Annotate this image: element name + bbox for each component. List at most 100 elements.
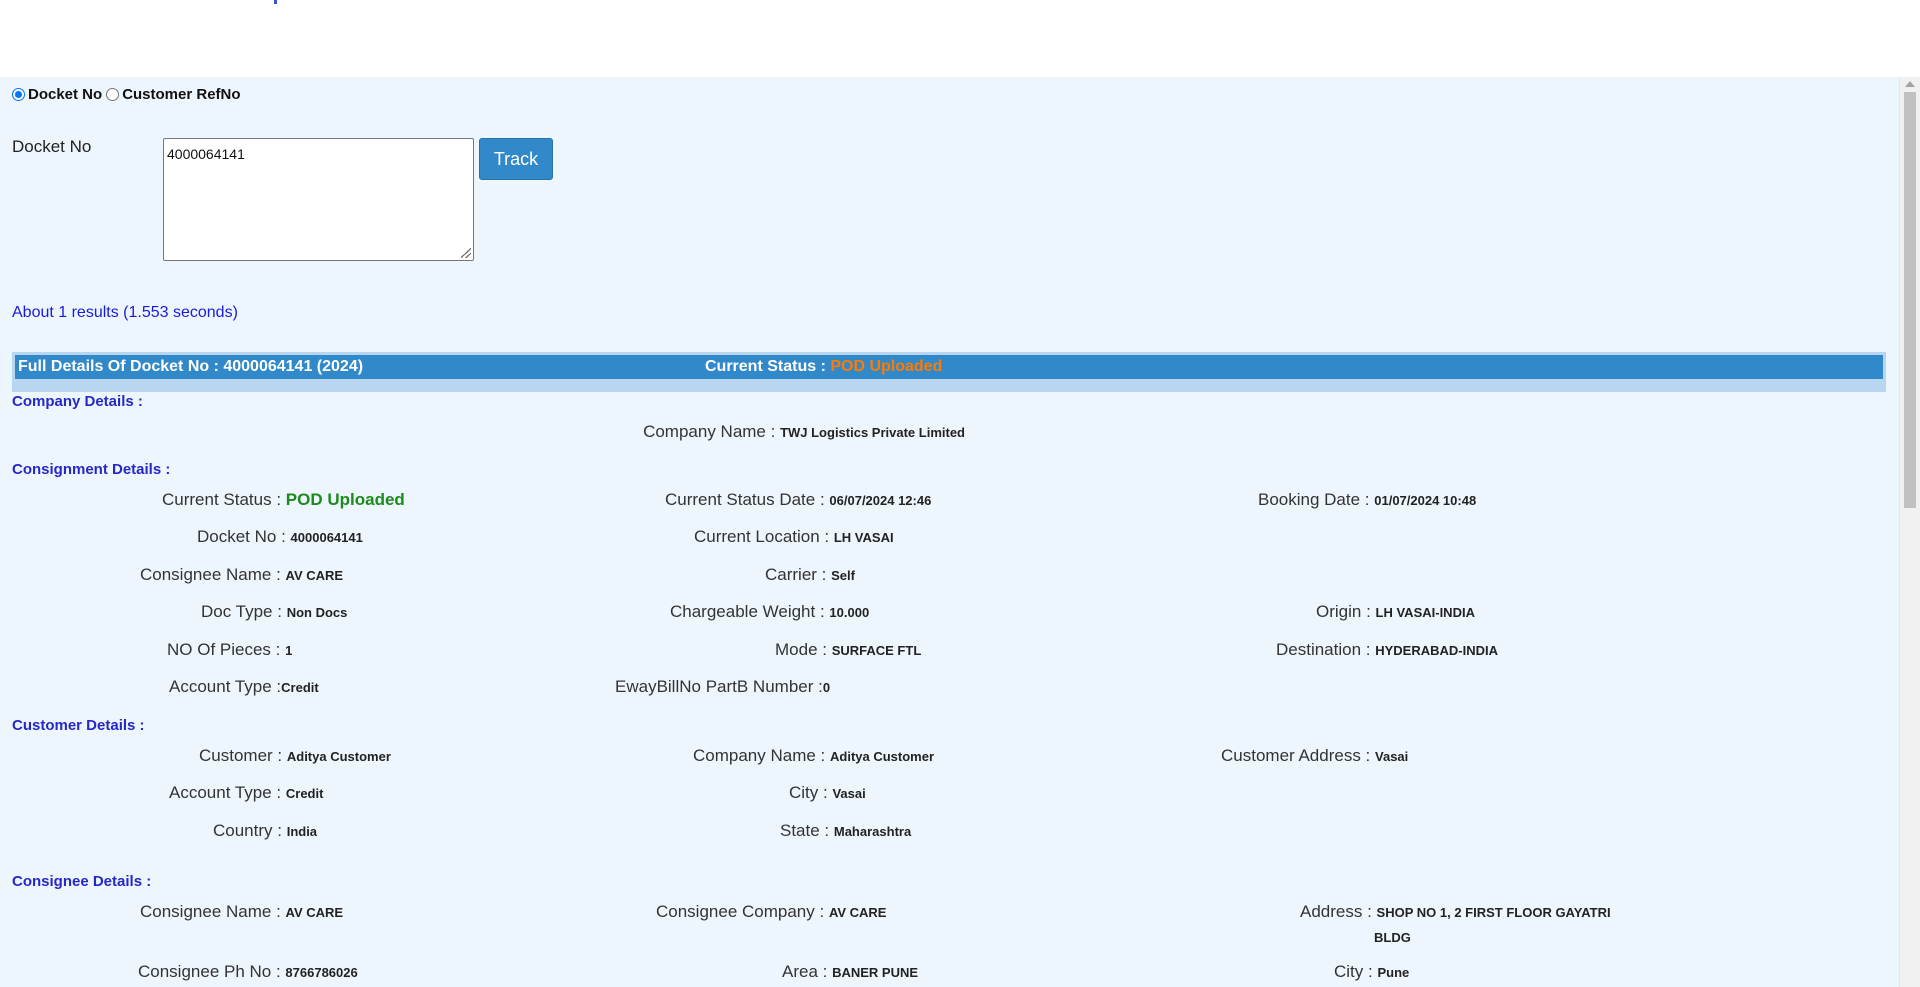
consignee-area-value: BANER PUNE (832, 965, 919, 980)
customer-address-field: Customer Address : Vasai (1221, 746, 1408, 766)
pieces-value: 1 (285, 643, 293, 658)
consignee-company-value: AV CARE (828, 905, 887, 920)
chargeable-weight-field: Chargeable Weight : 10.000 (670, 602, 869, 622)
company-name-value: TWJ Logistics Private Limited (780, 425, 965, 440)
consignee-details-name-field: Consignee Name : AV CARE (140, 902, 343, 922)
doc-type-field: Doc Type : Non Docs (201, 602, 347, 622)
destination-label: Destination : (1276, 640, 1376, 659)
booking-date-value: 01/07/2024 10:48 (1374, 493, 1477, 508)
consignee-area-field: Area : BANER PUNE (782, 962, 918, 982)
pieces-label: NO Of Pieces : (167, 640, 286, 659)
radio-docket-no-label[interactable]: Docket No (28, 86, 102, 103)
customer-address-value: Vasai (1375, 749, 1409, 764)
tracking-content: Docket No Customer RefNo Docket No 40000… (0, 77, 1899, 987)
customer-address-label: Customer Address : (1221, 746, 1376, 765)
consignee-address-line2-field: BLDG (1374, 927, 1411, 947)
consignee-address-label: Address : (1300, 902, 1377, 921)
results-summary: About 1 results (1.553 seconds) (12, 304, 238, 321)
full-details-title: Full Details Of Docket No : 4000064141 (… (18, 358, 364, 375)
current-status-date-field: Current Status Date : 06/07/2024 12:46 (665, 490, 931, 510)
current-status-field: Current Status : POD Uploaded (162, 490, 405, 510)
doc-type-label: Doc Type : (201, 602, 287, 621)
carrier-label: Carrier : (765, 565, 832, 584)
current-location-label: Current Location : (694, 527, 834, 546)
customer-state-value: Maharashtra (833, 824, 912, 839)
consignee-area-label: Area : (782, 962, 833, 981)
top-banner (0, 0, 1920, 77)
customer-company-label: Company Name : (693, 746, 830, 765)
customer-state-label: State : (780, 821, 834, 840)
customer-state-field: State : Maharashtra (780, 821, 911, 841)
header-status-label: Current Status : (705, 358, 831, 375)
docket-no-field-label: Docket No : (197, 527, 291, 546)
consignee-city-field: City : Pune (1334, 962, 1409, 982)
docket-no-input[interactable]: 4000064141 (163, 138, 474, 261)
chargeable-weight-label: Chargeable Weight : (670, 602, 830, 621)
account-type-field: Account Type :Credit (169, 677, 319, 697)
docket-header-bar: Full Details Of Docket No : 4000064141 (… (12, 352, 1886, 392)
consignee-address-field: Address : SHOP NO 1, 2 FIRST FLOOR GAYAT… (1300, 902, 1611, 922)
company-name-label: Company Name : (643, 422, 781, 441)
track-button[interactable]: Track (479, 138, 553, 180)
radio-docket-no[interactable] (12, 88, 25, 101)
consignee-details-title: Consignee Details : (12, 873, 152, 890)
origin-value: LH VASAI-INDIA (1375, 605, 1475, 620)
current-status-date-value: 06/07/2024 12:46 (829, 493, 932, 508)
consignee-address-line2: BLDG (1374, 930, 1411, 945)
customer-company-field: Company Name : Aditya Customer (693, 746, 934, 766)
consignee-name-field: Consignee Name : AV CARE (140, 565, 343, 585)
consignment-details-title: Consignment Details : (12, 461, 171, 478)
banner-fragment (274, 0, 277, 4)
carrier-value: Self (831, 568, 855, 583)
customer-label: Customer : (199, 746, 287, 765)
destination-field: Destination : HYDERABAD-INDIA (1276, 640, 1498, 660)
origin-field: Origin : LH VASAI-INDIA (1316, 602, 1475, 622)
customer-value: Aditya Customer (286, 749, 391, 764)
booking-date-label: Booking Date : (1258, 490, 1375, 509)
consignee-name-label: Consignee Name : (140, 565, 286, 584)
docket-no-label: Docket No (12, 137, 92, 156)
customer-city-field: City : Vasai (789, 783, 866, 803)
customer-city-value: Vasai (832, 786, 866, 801)
header-status: Current Status : POD Uploaded (705, 358, 942, 376)
current-status-value: POD Uploaded (285, 490, 405, 509)
customer-details-title: Customer Details : (12, 717, 145, 734)
eway-field: EwayBillNo PartB Number :0 (615, 677, 830, 697)
consignee-company-field: Consignee Company : AV CARE (656, 902, 886, 922)
customer-account-type-field: Account Type : Credit (169, 783, 323, 803)
radio-customer-refno[interactable] (106, 88, 120, 101)
booking-date-field: Booking Date : 01/07/2024 10:48 (1258, 490, 1476, 510)
textarea-resize-handle[interactable] (461, 248, 471, 258)
chargeable-weight-value: 10.000 (829, 605, 870, 620)
docket-header: Full Details Of Docket No : 4000064141 (… (15, 355, 1883, 379)
current-location-value: LH VASAI (833, 530, 894, 545)
docket-no-field: Docket No : 4000064141 (197, 527, 363, 547)
customer-account-type-value: Credit (285, 786, 324, 801)
mode-label: Mode : (775, 640, 832, 659)
current-status-date-label: Current Status Date : (665, 490, 830, 509)
carrier-field: Carrier : Self (765, 565, 855, 585)
origin-label: Origin : (1316, 602, 1376, 621)
scrollbar-thumb[interactable] (1904, 92, 1916, 508)
mode-field: Mode : SURFACE FTL (775, 640, 921, 660)
consignee-details-name-label: Consignee Name : (140, 902, 286, 921)
consignee-phone-field: Consignee Ph No : 8766786026 (138, 962, 358, 982)
vertical-scrollbar[interactable] (1899, 77, 1920, 987)
scroll-up-arrow-icon[interactable] (1905, 81, 1915, 87)
docket-no-field-value: 4000064141 (290, 530, 363, 545)
eway-label: EwayBillNo PartB Number : (615, 677, 823, 696)
customer-country-label: Country : (213, 821, 287, 840)
mode-value: SURFACE FTL (831, 643, 922, 658)
header-status-value: POD Uploaded (830, 358, 943, 375)
company-details-title: Company Details : (12, 393, 143, 410)
customer-account-type-label: Account Type : (169, 783, 286, 802)
customer-country-field: Country : India (213, 821, 317, 841)
consignee-city-label: City : (1334, 962, 1378, 981)
consignee-name-value: AV CARE (285, 568, 344, 583)
consignee-phone-label: Consignee Ph No : (138, 962, 286, 981)
account-type-value: Credit (281, 680, 319, 695)
pieces-field: NO Of Pieces : 1 (167, 640, 292, 660)
customer-company-value: Aditya Customer (830, 749, 935, 764)
radio-customer-refno-label[interactable]: Customer RefNo (122, 86, 240, 103)
current-location-field: Current Location : LH VASAI (694, 527, 894, 547)
